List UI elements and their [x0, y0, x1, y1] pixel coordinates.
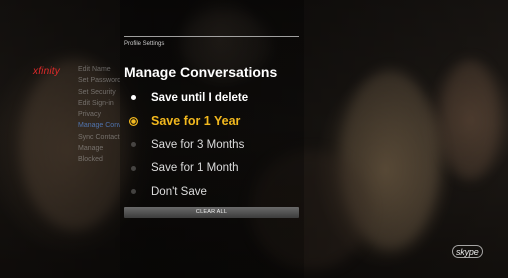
- radio-dot-icon: [131, 142, 136, 148]
- side-menu-item-edit-name[interactable]: Edit Name: [78, 64, 120, 75]
- option-save-until-delete[interactable]: Save until I delete: [128, 86, 248, 110]
- option-label: Save until I delete: [151, 91, 249, 104]
- option-label: Save for 3 Months: [151, 138, 245, 151]
- radio-dot-icon: [131, 165, 136, 171]
- radio-dot-icon: [131, 95, 136, 101]
- xfinity-logo: xfinity: [33, 66, 60, 77]
- option-label: Save for 1 Month: [151, 162, 239, 175]
- side-menu-item-manage[interactable]: Manage: [78, 143, 120, 154]
- option-label: Don't Save: [151, 185, 207, 198]
- side-menu: Edit Name Set Password Set Security Edit…: [78, 64, 120, 166]
- conversation-options-list: Save until I delete Save for 1 Year Save…: [128, 86, 248, 204]
- option-save-3-months[interactable]: Save for 3 Months: [128, 133, 248, 157]
- breadcrumb: Profile Settings: [124, 41, 165, 47]
- option-dont-save[interactable]: Don't Save: [128, 180, 248, 204]
- header-divider: [124, 36, 299, 37]
- side-menu-item-blocked[interactable]: Blocked: [78, 154, 120, 165]
- side-menu-item-manage-conversations[interactable]: Manage Conversations: [78, 120, 120, 131]
- side-menu-item-set-password[interactable]: Set Password: [78, 75, 120, 86]
- skype-logo: skype: [456, 247, 479, 257]
- side-menu-item-set-security[interactable]: Set Security: [78, 87, 120, 98]
- radio-selected-icon: [129, 116, 138, 126]
- option-save-1-month[interactable]: Save for 1 Month: [128, 157, 248, 181]
- side-menu-item-edit-sign-in[interactable]: Edit Sign-in: [78, 98, 120, 109]
- page-title: Manage Conversations: [124, 64, 278, 80]
- radio-dot-icon: [131, 189, 136, 195]
- side-menu-item-sync-contacts[interactable]: Sync Contacts: [78, 132, 120, 143]
- option-label: Save for 1 Year: [151, 114, 241, 129]
- skype-tv-screen: xfinity Edit Name Set Password Set Secur…: [0, 0, 508, 278]
- clear-all-button[interactable]: CLEAR ALL: [124, 207, 299, 218]
- side-menu-item-privacy[interactable]: Privacy: [78, 109, 120, 120]
- option-save-1-year[interactable]: Save for 1 Year: [128, 110, 248, 134]
